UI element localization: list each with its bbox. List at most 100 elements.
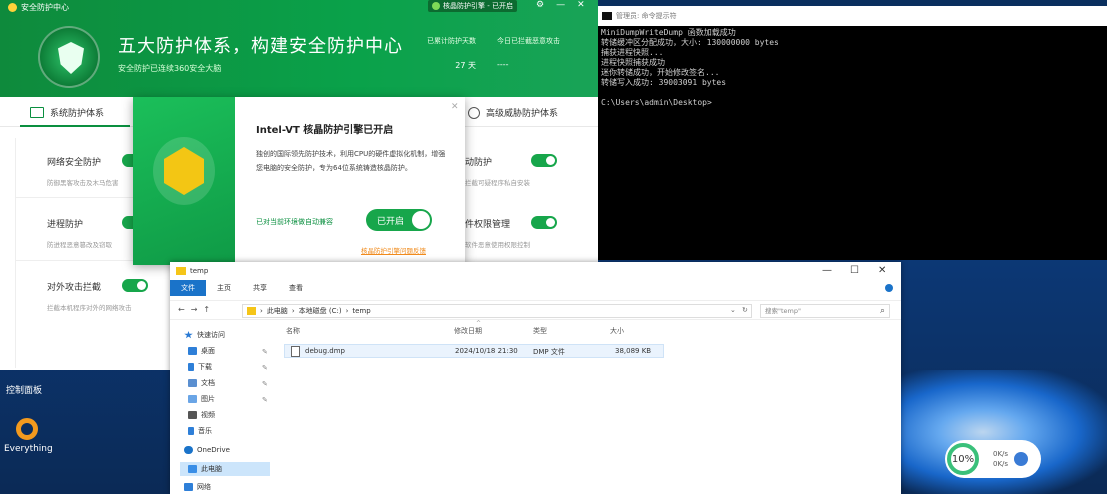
cmd-output[interactable]: MiniDumpWriteDump 函数加载成功 转储缓冲区分配成功，大小: 1…	[598, 26, 1107, 110]
shield-icon	[38, 26, 100, 88]
network-icon	[184, 483, 193, 491]
file-row[interactable]: debug.dmp 2024/10/18 21:30 DMP 文件 38,089…	[284, 344, 664, 358]
item-name: 动防护	[465, 158, 493, 168]
pin-icon[interactable]: ✎	[262, 396, 268, 404]
popup-description: 独创的国际领先防护技术，利用CPU的硬件虚拟化机制，增强您电脑的安全防护，专为6…	[256, 150, 446, 172]
engine-toggle-button[interactable]: 已开启	[366, 209, 432, 231]
tab-advanced-threat[interactable]: 高级威胁防护体系	[468, 106, 558, 119]
nav-music[interactable]: 音乐	[188, 426, 212, 436]
close-button[interactable]: ✕	[878, 265, 886, 276]
picture-icon	[188, 395, 197, 403]
refresh-icon[interactable]: ↻	[742, 306, 748, 314]
col-type[interactable]: 类型	[533, 326, 547, 336]
download-icon	[188, 363, 194, 371]
item-network-protection: 网络安全防护 防御黑客攻击及木马危害	[47, 155, 119, 187]
item-process-protection: 进程防护 防进程恶意篡改及窃取	[47, 217, 112, 249]
nav-pictures[interactable]: 图片	[188, 394, 215, 404]
popup-banner	[133, 97, 235, 265]
popup-title: Intel-VT 核晶防护引擎已开启	[256, 125, 394, 136]
speed-values: 0K/s 0K/s	[993, 449, 1008, 469]
window-title: 安全防护中心	[21, 2, 69, 12]
engine-badge[interactable]: 核晶防护引擎 - 已开启	[428, 0, 517, 12]
popup-close-button[interactable]: ✕	[451, 102, 459, 112]
file-size: 38,089 KB	[615, 347, 652, 355]
minimize-button[interactable]: —	[556, 0, 565, 10]
pin-icon[interactable]: ✎	[262, 348, 268, 356]
engine-badge-label: 核晶防护引擎 - 已开启	[443, 2, 513, 10]
help-icon[interactable]	[885, 284, 893, 292]
cmd-line: 迷你转储成功，开始修改签名...	[601, 68, 720, 77]
explorer-titlebar: temp	[170, 262, 901, 280]
engine-toggle-label: 已开启	[377, 216, 405, 227]
address-path[interactable]: › 此电脑 › 本地磁盘 (C:) › temp	[242, 304, 752, 318]
item-desc: 拦截可疑程序私自安装	[465, 179, 530, 187]
feedback-link[interactable]: 核晶防护引擎问题反馈	[361, 245, 426, 255]
nav-onedrive[interactable]: OneDrive	[184, 446, 230, 454]
tab-system-protection[interactable]: 系统防护体系	[30, 106, 104, 119]
col-size[interactable]: 大小	[610, 326, 624, 336]
settings-icon[interactable]: ⚙	[536, 0, 544, 10]
radar-icon	[468, 106, 480, 119]
popup-hint: 已对当前环境做自动兼容	[256, 218, 333, 226]
item-name: 件权限管理	[465, 220, 511, 230]
path-segment[interactable]: temp	[352, 305, 370, 317]
col-date[interactable]: 修改日期	[454, 326, 482, 336]
ribbon-tab-share[interactable]: 共享	[242, 280, 278, 296]
stat-protect-days: 已累计防护天数 27 天	[418, 36, 476, 71]
nav-desktop[interactable]: 桌面	[188, 346, 215, 356]
close-button[interactable]: ✕	[577, 0, 585, 10]
col-name[interactable]: 名称	[286, 326, 300, 336]
engine-popup: ✕ Intel-VT 核晶防护引擎已开启 独创的国际领先防护技术，利用CPU的硬…	[133, 97, 465, 265]
everything-icon	[16, 418, 38, 440]
cmd-line: 转储缓冲区分配成功，大小: 130000000 bytes	[601, 38, 779, 47]
chevron-down-icon[interactable]: ⌄	[730, 306, 736, 314]
ribbon-tab-view[interactable]: 查看	[278, 280, 314, 296]
slogan: 五大防护体系，构建安全防护中心	[118, 36, 403, 57]
stat2-value: ----	[497, 60, 509, 69]
path-segment[interactable]: 本地磁盘 (C:)	[299, 305, 342, 317]
tab1-label: 系统防护体系	[50, 109, 105, 119]
file-explorer-window: temp — ☐ ✕ 文件 主页 共享 查看 ←→↑ › 此电脑 › 本地磁盘 …	[170, 262, 901, 494]
desktop-icon-control-panel[interactable]: 控制面板	[6, 383, 42, 396]
nav-this-pc[interactable]: 此电脑	[188, 464, 222, 474]
everything-label: Everything	[4, 444, 53, 454]
navigation-pane: 快速访问 桌面 下载 文档 图片 视频 音乐 OneDrive 此电脑 网络 ✎…	[170, 322, 273, 494]
speed-widget[interactable]: 10% 0K/s 0K/s	[945, 440, 1041, 478]
item-desc: 拦截本机程序对外的网络攻击	[47, 304, 132, 312]
nav-downloads[interactable]: 下载	[188, 362, 212, 372]
up-button[interactable]: ↑	[203, 305, 216, 314]
item-name: 进程防护	[47, 220, 84, 230]
pin-icon[interactable]: ✎	[262, 364, 268, 372]
file-icon	[291, 346, 300, 357]
tab2-label: 高级威胁防护体系	[486, 109, 559, 119]
explorer-title: temp	[190, 267, 209, 275]
toggle-permission-management[interactable]	[531, 216, 557, 229]
toggle-active-defense[interactable]	[531, 154, 557, 167]
desktop-icon-everything[interactable]: Everything	[4, 418, 54, 454]
window-controls: ⚙ — ✕	[536, 0, 585, 10]
ribbon-tab-file[interactable]: 文件	[170, 280, 206, 296]
speed-ball-icon	[1014, 452, 1029, 466]
maximize-button[interactable]: ☐	[850, 265, 859, 276]
file-type: DMP 文件	[533, 348, 565, 356]
music-icon	[188, 427, 194, 435]
path-segment[interactable]: 此电脑	[267, 305, 288, 317]
nav-quick-access[interactable]: 快速访问	[184, 330, 225, 340]
toggle-outbound-attack-block[interactable]	[122, 279, 148, 292]
forward-button[interactable]: →	[191, 305, 204, 314]
back-button[interactable]: ←	[178, 305, 191, 314]
pin-icon[interactable]: ✎	[262, 380, 268, 388]
search-input[interactable]: 搜索"temp"	[760, 304, 890, 318]
file-date: 2024/10/18 21:30	[455, 347, 518, 355]
subtitle: 安全防护已连续360安全大脑	[118, 64, 222, 73]
nav-videos[interactable]: 视频	[188, 410, 215, 420]
nav-network[interactable]: 网络	[184, 482, 211, 492]
ribbon-tab-home[interactable]: 主页	[206, 280, 242, 296]
window-titlebar: 安全防护中心	[8, 0, 69, 14]
item-name: 对外攻击拦截	[47, 283, 102, 293]
security-header: 安全防护中心 核晶防护引擎 - 已开启 ⚙ — ✕ 五大防护体系，构建安全防护中…	[0, 0, 598, 97]
folder-icon	[176, 267, 186, 275]
cmd-line: 捕获进程快照...	[601, 48, 664, 57]
nav-documents[interactable]: 文档	[188, 378, 215, 388]
minimize-button[interactable]: —	[822, 265, 832, 276]
